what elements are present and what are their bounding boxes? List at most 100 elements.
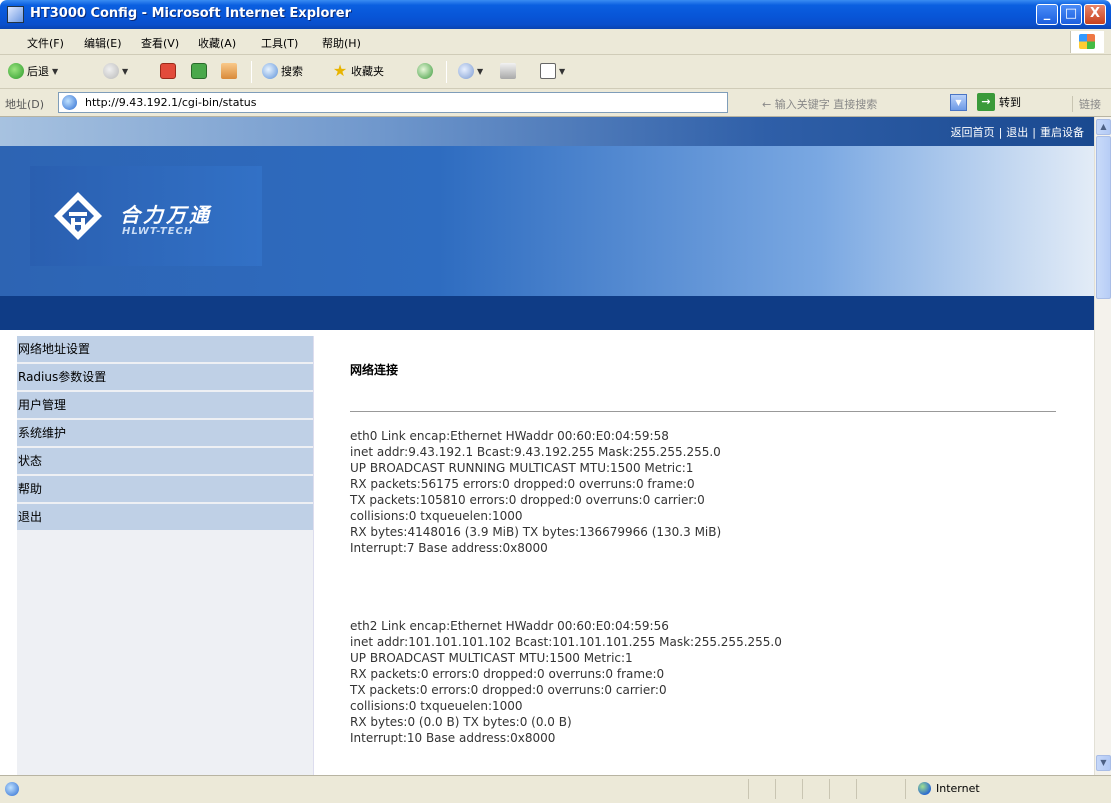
maximize-button[interactable]: □ — [1060, 4, 1082, 25]
favorites-label: 收藏夹 — [351, 65, 384, 78]
sidebar-item-system-maintenance[interactable]: 系统维护 — [17, 420, 313, 448]
sidebar: 网络地址设置 Radius参数设置 用户管理 系统维护 状态 帮助 退出 — [17, 336, 314, 775]
top-strip: 返回首页 | 退出 | 重启设备 — [0, 117, 1094, 146]
page-status-icon — [5, 782, 19, 796]
go-label: 转到 — [999, 96, 1021, 109]
sidebar-item-status[interactable]: 状态 — [17, 448, 313, 476]
links-toolbar[interactable]: 链接 — [1072, 96, 1101, 112]
logout-link[interactable]: 退出 — [1006, 126, 1028, 139]
interface-line: collisions:0 txqueuelen:1000 — [350, 509, 523, 523]
search-icon — [262, 63, 278, 79]
minimize-button[interactable]: _ — [1036, 4, 1058, 25]
page-viewport: 返回首页 | 退出 | 重启设备 合力万通 HLWT-TECH 网络地址设置 Radiu… — [0, 117, 1094, 775]
home-icon — [221, 63, 237, 79]
window-title-bar[interactable]: HT3000 Config - Microsoft Internet Explo… — [0, 0, 1111, 29]
interface-line: TX packets:0 errors:0 dropped:0 overruns… — [350, 683, 667, 697]
print-icon — [500, 63, 516, 79]
logo-emblem-icon — [54, 192, 102, 240]
sidebar-item-help[interactable]: 帮助 — [17, 476, 313, 504]
interface-line: eth0 Link encap:Ethernet HWaddr 00:60:E0… — [350, 429, 669, 443]
interface-line: RX packets:0 errors:0 dropped:0 overruns… — [350, 667, 665, 681]
link-separator: | — [1032, 126, 1036, 139]
toolbar-divider — [446, 61, 447, 83]
interface-line: Interrupt:10 Base address:0x8000 — [350, 731, 556, 745]
edit-button[interactable]: ▼ — [540, 63, 565, 79]
search-label: 搜索 — [281, 65, 303, 78]
forward-button[interactable]: ▼ — [103, 63, 128, 79]
forward-arrow-icon — [103, 63, 119, 79]
menu-bar: 文件(F) 编辑(E) 查看(V) 收藏(A) 工具(T) 帮助(H) — [0, 29, 1111, 55]
edit-icon — [540, 63, 556, 79]
search-button[interactable]: 搜索 — [262, 63, 303, 79]
chevron-down-icon[interactable]: ▼ — [52, 67, 58, 76]
interface-line: UP BROADCAST MULTICAST MTU:1500 Metric:1 — [350, 651, 633, 665]
scroll-up-button[interactable]: ▲ — [1096, 119, 1111, 135]
home-button[interactable] — [221, 63, 237, 79]
menu-file[interactable]: 文件(F) — [27, 35, 64, 51]
print-button[interactable] — [500, 63, 516, 79]
toolbar-divider — [251, 61, 252, 83]
window-title: HT3000 Config - Microsoft Internet Explo… — [30, 6, 352, 21]
menu-tools[interactable]: 工具(T) — [261, 35, 298, 51]
go-arrow-icon: → — [977, 93, 995, 111]
header-banner: 合力万通 HLWT-TECH — [0, 146, 1094, 296]
close-button[interactable]: X — [1084, 4, 1106, 25]
security-zone: Internet — [918, 782, 980, 795]
interface-line: TX packets:105810 errors:0 dropped:0 ove… — [350, 493, 705, 507]
logo-chinese-name: 合力万通 — [120, 203, 212, 227]
reboot-link[interactable]: 重启设备 — [1040, 126, 1084, 139]
chevron-down-icon[interactable]: ▼ — [950, 94, 967, 111]
stop-icon — [160, 63, 176, 79]
logo-english-name: HLWT-TECH — [122, 226, 194, 237]
chevron-down-icon[interactable]: ▼ — [559, 67, 565, 76]
menu-view[interactable]: 查看(V) — [141, 35, 179, 51]
page-title: 网络连接 — [350, 363, 399, 377]
refresh-button[interactable] — [191, 63, 207, 79]
sidebar-item-network-address[interactable]: 网络地址设置 — [17, 336, 313, 364]
scroll-down-button[interactable]: ▼ — [1096, 755, 1111, 771]
mail-button[interactable]: ▼ — [458, 63, 483, 79]
standard-toolbar: 后退 ▼ ▼ 搜索 ★ 收藏夹 ▼ ▼ — [0, 55, 1111, 89]
interface-line: RX bytes:0 (0.0 B) TX bytes:0 (0.0 B) — [350, 715, 572, 729]
interface-line: collisions:0 txqueuelen:1000 — [350, 699, 523, 713]
sidebar-menu: 网络地址设置 Radius参数设置 用户管理 系统维护 状态 帮助 退出 — [17, 336, 313, 532]
zone-label: Internet — [936, 782, 980, 795]
sidebar-item-radius[interactable]: Radius参数设置 — [17, 364, 313, 392]
back-button[interactable]: 后退 ▼ — [8, 63, 58, 79]
interface-line: RX packets:56175 errors:0 dropped:0 over… — [350, 477, 695, 491]
mail-icon — [458, 63, 474, 79]
link-separator: | — [998, 126, 1003, 139]
go-button[interactable]: → 转到 — [977, 93, 1021, 111]
chevron-down-icon[interactable]: ▼ — [477, 67, 483, 76]
interface-block-eth2: eth2 Link encap:Ethernet HWaddr 00:60:E0… — [350, 618, 782, 746]
history-icon — [417, 63, 433, 79]
interface-line: eth2 Link encap:Ethernet HWaddr 00:60:E0… — [350, 619, 669, 633]
ie-app-icon[interactable] — [7, 6, 24, 23]
company-logo: 合力万通 HLWT-TECH — [30, 166, 262, 266]
status-panel — [748, 779, 749, 799]
chevron-down-icon[interactable]: ▼ — [122, 67, 128, 76]
home-link[interactable]: 返回首页 — [951, 126, 995, 139]
sidebar-item-user-management[interactable]: 用户管理 — [17, 392, 313, 420]
status-panel — [802, 779, 803, 799]
scroll-thumb[interactable] — [1096, 136, 1111, 299]
address-url[interactable]: http://9.43.192.1/cgi-bin/status — [85, 96, 256, 109]
nav-strip — [0, 296, 1094, 330]
sidebar-item-logout[interactable]: 退出 — [17, 504, 313, 532]
menu-edit[interactable]: 编辑(E) — [84, 35, 122, 51]
history-button[interactable] — [417, 63, 433, 79]
internet-globe-icon — [918, 782, 931, 795]
menu-help[interactable]: 帮助(H) — [322, 35, 361, 51]
status-panel — [856, 779, 857, 799]
address-input[interactable]: http://9.43.192.1/cgi-bin/status — [58, 92, 728, 113]
page-icon — [62, 95, 77, 110]
menu-favorites[interactable]: 收藏(A) — [198, 35, 236, 51]
favorites-button[interactable]: ★ 收藏夹 — [332, 63, 384, 79]
interface-line: inet addr:101.101.101.102 Bcast:101.101.… — [350, 635, 782, 649]
search-input[interactable]: ← 输入关键字 直接搜索 — [762, 96, 877, 112]
vertical-scrollbar[interactable]: ▲ ▼ — [1094, 117, 1111, 775]
back-arrow-icon — [8, 63, 24, 79]
stop-button[interactable] — [160, 63, 176, 79]
divider — [350, 411, 1056, 412]
star-icon: ★ — [332, 61, 348, 80]
